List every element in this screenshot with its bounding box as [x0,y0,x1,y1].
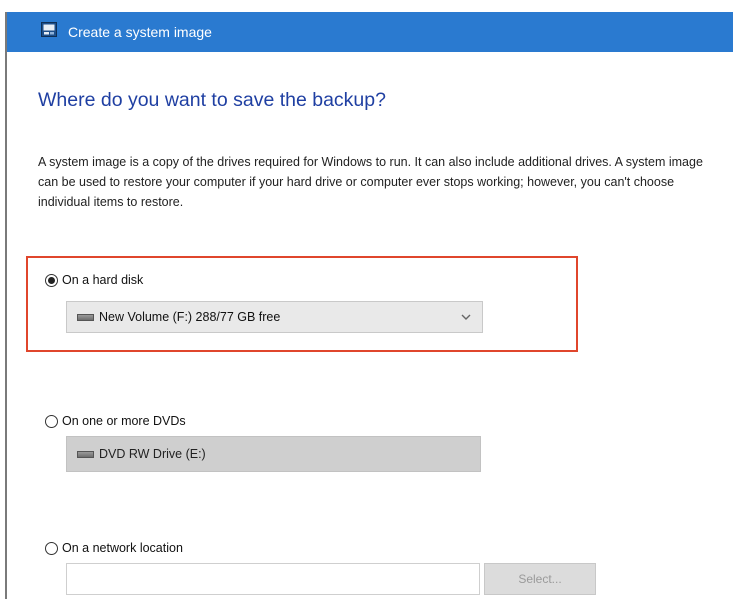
drive-icon [77,450,94,458]
network-radio-option[interactable]: On a network location [45,541,183,555]
chevron-down-icon [461,314,471,320]
network-radio[interactable] [45,541,58,555]
hard-disk-dropdown-value: New Volume (F:) 288/77 GB free [99,310,281,324]
description-text: A system image is a copy of the drives r… [38,155,703,209]
dvd-dropdown: DVD RW Drive (E:) [66,436,481,472]
page-title: Where do you want to save the backup? [38,89,386,111]
window-title: Create a system image [68,24,212,40]
create-system-image-window: Create a system image Where do you want … [0,0,733,599]
network-label: On a network location [62,541,183,555]
select-button[interactable]: Select... [484,563,596,595]
dvd-label: On one or more DVDs [62,414,186,428]
title-bar: Create a system image [7,12,733,52]
network-path-input[interactable] [66,563,480,595]
drive-icon [77,313,94,321]
hard-disk-radio[interactable] [45,273,58,287]
hard-disk-dropdown[interactable]: New Volume (F:) 288/77 GB free [66,301,483,333]
window-border [5,12,7,599]
dvd-dropdown-value: DVD RW Drive (E:) [99,447,206,461]
dvd-radio[interactable] [45,414,58,428]
dvd-radio-option[interactable]: On one or more DVDs [45,414,186,428]
hard-disk-label: On a hard disk [62,273,144,287]
hard-disk-radio-option[interactable]: On a hard disk [45,273,143,287]
system-image-icon [41,22,57,37]
